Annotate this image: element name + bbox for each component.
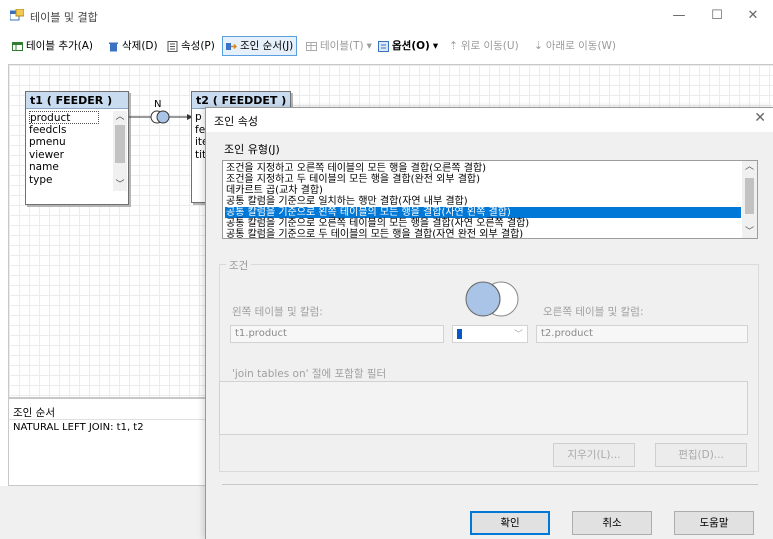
ok-button[interactable]: 확인 (470, 511, 550, 535)
minimize-button[interactable]: — (664, 6, 694, 26)
arrow-up-icon: ⇡ (449, 40, 458, 52)
condition-group-label: 조건 (226, 258, 252, 273)
join-order-label: 조인 순서(J) (240, 40, 294, 52)
clear-button[interactable]: 지우기(L)... (553, 443, 635, 467)
right-table-column-field[interactable]: t2.product (536, 325, 748, 343)
table-icon (306, 41, 317, 51)
table-button[interactable]: 테이블(T) ▾ (306, 36, 372, 56)
options-button[interactable]: 옵션(O) ▾ (378, 36, 438, 56)
column-item[interactable]: product (29, 111, 99, 124)
left-table-column-field[interactable]: t1.product (230, 325, 444, 343)
join-type-option[interactable]: 공통 칼럼을 기준으로 일치하는 행만 결합(자연 내부 결합) (225, 196, 741, 207)
window-footer (0, 486, 210, 539)
join-type-option[interactable]: 조건을 지정하고 두 테이블의 모든 행을 결합(완전 외부 결합) (225, 174, 741, 185)
window-titlebar: 테이블 및 결합 — ☐ ✕ (0, 0, 773, 32)
join-type-option[interactable]: 공통 칼럼을 기준으로 두 테이블의 모든 행을 결합(자연 완전 외부 결합) (225, 229, 741, 238)
divider (9, 419, 207, 420)
right-table-column-label: 오른쪽 테이블 및 칼럼: (543, 306, 644, 318)
join-type-option-selected[interactable]: 공통 칼럼을 기준으로 왼쪽 테이블의 모든 행을 결합(자연 왼쪽 결합) (225, 207, 741, 218)
join-type-option[interactable]: 데카르트 곱(교차 결합) (225, 185, 741, 196)
join-cardinality-label: N (154, 99, 162, 110)
options-icon (378, 40, 389, 52)
cancel-button[interactable]: 취소 (572, 511, 652, 535)
properties-button[interactable]: 속성(P) (167, 36, 215, 56)
chevron-up-icon[interactable]: ︿ (742, 161, 757, 173)
join-order-value[interactable]: NATURAL LEFT JOIN: t1, t2 (13, 422, 144, 433)
arrow-down-icon: ⇣ (534, 40, 543, 52)
dialog-divider (222, 484, 758, 485)
join-order-button[interactable]: 조인 순서(J) (222, 36, 298, 56)
chevron-down-icon[interactable]: ﹀ (113, 179, 127, 191)
join-type-option[interactable]: 조건을 지정하고 오른쪽 테이블의 모든 행을 결합(오른쪽 결합) (225, 163, 741, 174)
app-icon (10, 9, 24, 21)
operator-selection-indicator (457, 329, 462, 339)
join-operator-combo[interactable]: ﹀ (452, 325, 528, 343)
join-order-pane: 조인 순서 NATURAL LEFT JOIN: t1, t2 (8, 398, 208, 486)
join-filter-label: 'join tables on' 절에 포함할 필터 (232, 368, 387, 380)
options-dropdown-icon: ▾ (432, 40, 439, 52)
scroll-thumb[interactable] (745, 178, 754, 214)
edit-button[interactable]: 편집(D)... (655, 443, 747, 467)
scroll-thumb[interactable] (115, 125, 125, 163)
properties-label: 속성(P) (181, 40, 215, 52)
chevron-down-icon[interactable]: ﹀ (514, 327, 523, 340)
help-button[interactable]: 도움말 (674, 511, 754, 535)
options-label: 옵션(O) (392, 40, 430, 52)
add-table-button[interactable]: 테이블 추가(A) (12, 36, 93, 56)
move-up-button[interactable]: ⇡ 위로 이동(U) (449, 36, 519, 56)
properties-icon (167, 40, 178, 52)
dialog-title: 조인 속성 (214, 115, 258, 128)
move-up-label: 위로 이동(U) (460, 40, 519, 52)
join-type-list[interactable]: 조건을 지정하고 오른쪽 테이블의 모든 행을 결합(오른쪽 결합) 조건을 지… (222, 160, 758, 239)
join-type-scrollbar[interactable]: ︿ ﹀ (742, 161, 757, 238)
move-down-button[interactable]: ⇣ 아래로 이동(W) (534, 36, 616, 56)
join-properties-dialog: 조인 속성 ✕ 조인 유형(J) 조건을 지정하고 오른쪽 테이블의 모든 행을… (205, 107, 773, 539)
table-dropdown-icon: ▾ (366, 40, 372, 52)
close-button[interactable]: ✕ (738, 6, 768, 26)
join-order-heading: 조인 순서 (13, 407, 55, 419)
join-type-label: 조인 유형(J) (224, 143, 280, 156)
trash-icon (109, 42, 118, 51)
close-icon[interactable]: ✕ (754, 110, 766, 126)
table-t1-header[interactable]: t1 ( FEEDER ) (26, 92, 128, 109)
table-label: 테이블(T) (320, 40, 364, 52)
window-title: 테이블 및 결합 (30, 11, 98, 24)
delete-label: 삭제(D) (122, 40, 158, 52)
join-order-icon (226, 42, 237, 50)
table-t1[interactable]: t1 ( FEEDER ) product feedcls pmenu view… (25, 91, 129, 205)
chevron-down-icon[interactable]: ﹀ (742, 226, 757, 238)
join-type-option[interactable]: 공통 칼럼을 기준으로 오른쪽 테이블의 모든 행을 결합(자연 오른쪽 결합) (225, 218, 741, 229)
maximize-button[interactable]: ☐ (702, 6, 732, 26)
dialog-titlebar: 조인 속성 ✕ (206, 108, 773, 132)
delete-button[interactable]: 삭제(D) (108, 36, 158, 56)
add-table-icon (12, 41, 23, 51)
join-link[interactable] (129, 99, 195, 129)
venn-diagram-icon (465, 281, 519, 317)
table-t1-columns: product feedcls pmenu viewer name type ︿… (26, 109, 128, 191)
left-table-column-label: 왼쪽 테이블 및 칼럼: (232, 306, 323, 318)
add-table-label: 테이블 추가(A) (26, 40, 94, 52)
chevron-up-icon[interactable]: ︿ (113, 111, 127, 123)
table-t1-scrollbar[interactable]: ︿ ﹀ (113, 111, 127, 191)
move-down-label: 아래로 이동(W) (545, 40, 617, 52)
join-filter-box[interactable] (219, 381, 748, 435)
toolbar: 테이블 추가(A) 삭제(D) 속성(P) 조인 순서(J) 테이블(T) ▾ … (0, 34, 773, 58)
